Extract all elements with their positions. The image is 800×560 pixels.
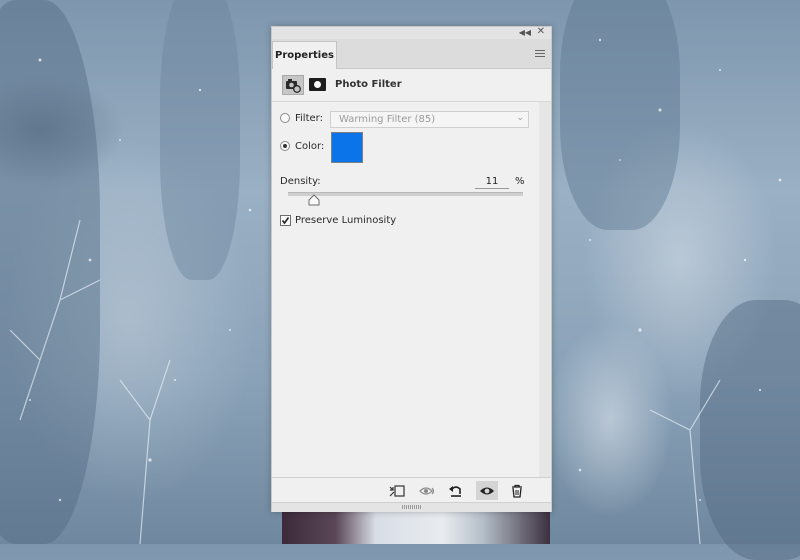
clip-to-layer-icon[interactable] (386, 481, 408, 500)
tab-bar: Properties (272, 39, 551, 69)
density-slider-thumb[interactable] (307, 194, 321, 206)
panel-resize-gripper[interactable] (272, 502, 551, 512)
filter-radio[interactable] (280, 113, 290, 123)
scrollbar[interactable] (539, 102, 551, 477)
close-icon[interactable]: ✕ (537, 26, 545, 37)
filter-select-value: Warming Filter (85) (339, 114, 436, 125)
tab-properties[interactable]: Properties (272, 41, 337, 69)
panel-footer (272, 477, 551, 503)
collapse-icon[interactable]: ◀◀ (519, 28, 531, 37)
adjustment-header: Photo Filter (272, 69, 551, 102)
checkmark-icon (281, 217, 290, 225)
adjustment-camera-icon[interactable] (282, 75, 304, 95)
color-swatch[interactable] (331, 132, 363, 163)
chevron-down-icon: ⌄ (516, 113, 524, 123)
color-radio[interactable] (280, 141, 290, 151)
filter-label: Filter: (295, 113, 323, 124)
density-input[interactable]: 11 (475, 176, 509, 189)
delete-adjustment-icon[interactable] (506, 481, 528, 500)
density-unit: % (515, 176, 525, 187)
preserve-luminosity-checkbox[interactable] (280, 215, 291, 226)
properties-content: Filter: Warming Filter (85) ⌄ Color: Den… (272, 102, 539, 477)
adjustment-title: Photo Filter (335, 79, 402, 90)
density-slider[interactable] (288, 192, 523, 196)
view-previous-state-icon[interactable] (417, 481, 439, 500)
panel-topbar: ◀◀ ✕ (272, 26, 551, 39)
panel-menu-icon[interactable] (535, 50, 545, 58)
layer-mask-icon[interactable] (309, 78, 326, 91)
preserve-luminosity-label: Preserve Luminosity (295, 215, 397, 226)
density-label: Density: (280, 176, 321, 187)
toggle-visibility-icon[interactable] (476, 481, 498, 500)
filter-select[interactable]: Warming Filter (85) ⌄ (330, 111, 529, 128)
reset-defaults-icon[interactable] (445, 481, 467, 500)
properties-panel: ◀◀ ✕ Properties Photo Filter Filter: War… (271, 26, 552, 512)
color-label: Color: (295, 141, 325, 152)
